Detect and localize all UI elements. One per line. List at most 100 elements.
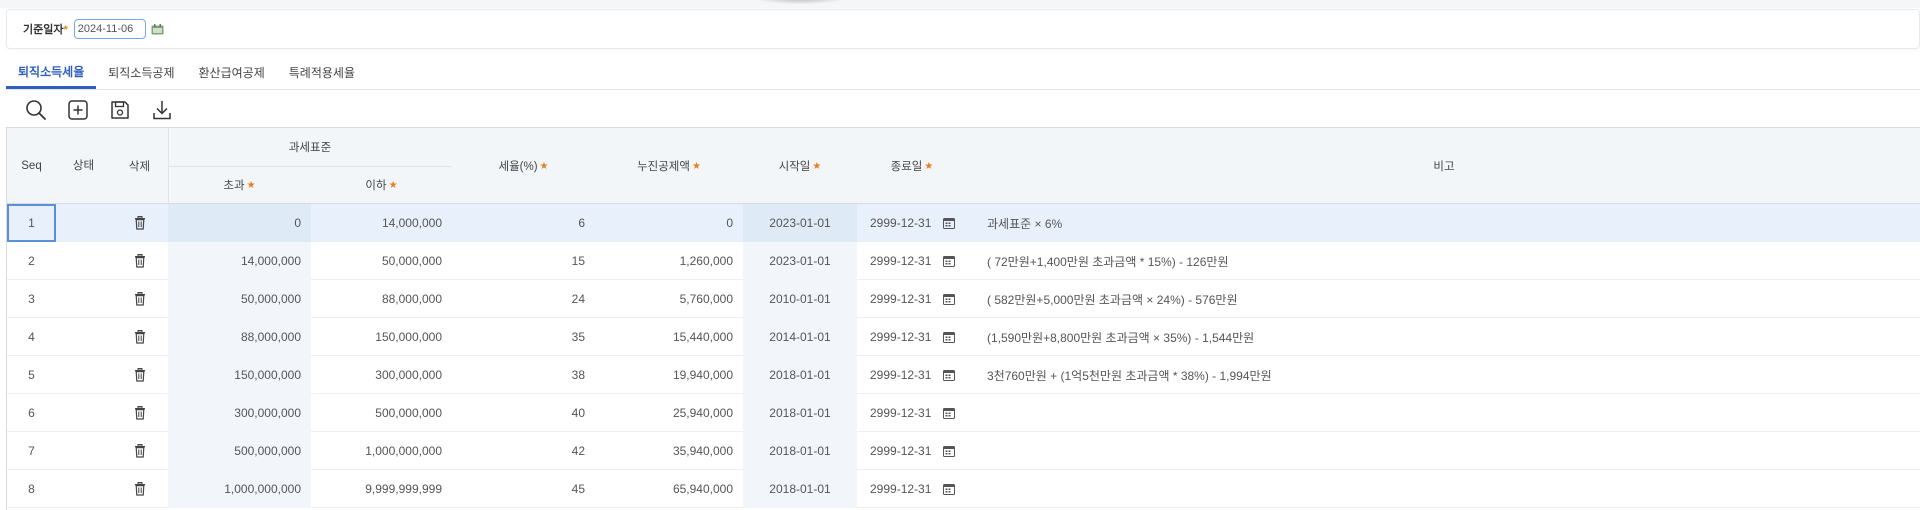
save-icon[interactable]	[108, 98, 132, 122]
cell-start-date[interactable]: 2014-01-01	[743, 318, 857, 356]
cell-under[interactable]: 150,000,000	[311, 318, 452, 356]
trash-icon[interactable]	[133, 330, 146, 344]
cell-rate[interactable]: 38	[452, 356, 595, 394]
table-row[interactable]: 1 0 14,000,000 6 0 2023-01-01 2999-12-31…	[7, 204, 1920, 242]
tab-retirement-income-deduction[interactable]: 퇴직소득공제	[96, 55, 186, 89]
table-row[interactable]: 2 14,000,000 50,000,000 15 1,260,000 202…	[7, 242, 1920, 280]
cell-seq[interactable]: 8	[7, 470, 56, 508]
cell-deduction[interactable]: 15,440,000	[595, 318, 743, 356]
cell-deduction[interactable]: 5,760,000	[595, 280, 743, 318]
cell-delete[interactable]	[111, 356, 168, 394]
cell-rate[interactable]: 40	[452, 394, 595, 432]
cell-end-date[interactable]: 2999-12-31	[857, 432, 967, 470]
cell-deduction[interactable]: 65,940,000	[595, 470, 743, 508]
trash-icon[interactable]	[133, 292, 146, 306]
cell-delete[interactable]	[111, 394, 168, 432]
cell-seq[interactable]: 5	[7, 356, 56, 394]
cell-deduction[interactable]: 1,260,000	[595, 242, 743, 280]
cell-start-date[interactable]: 2023-01-01	[743, 242, 857, 280]
cell-start-date[interactable]: 2023-01-01	[743, 204, 857, 242]
cell-end-date[interactable]: 2999-12-31	[857, 356, 967, 394]
table-row[interactable]: 3 50,000,000 88,000,000 24 5,760,000 201…	[7, 280, 1920, 318]
cell-under[interactable]: 14,000,000	[311, 204, 452, 242]
cell-under[interactable]: 50,000,000	[311, 242, 452, 280]
cell-rate[interactable]: 15	[452, 242, 595, 280]
table-row[interactable]: 8 1,000,000,000 9,999,999,999 45 65,940,…	[7, 470, 1920, 508]
cell-under[interactable]: 1,000,000,000	[311, 432, 452, 470]
trash-icon[interactable]	[133, 254, 146, 268]
cell-delete[interactable]	[111, 204, 168, 242]
calendar-icon[interactable]	[943, 293, 956, 305]
cell-delete[interactable]	[111, 470, 168, 508]
cell-delete[interactable]	[111, 318, 168, 356]
cell-note[interactable]: 3천760만원 + (1억5천만원 초과금액 * 38%) - 1,994만원	[987, 356, 1917, 394]
cell-end-date[interactable]: 2999-12-31	[857, 204, 967, 242]
cell-deduction[interactable]: 19,940,000	[595, 356, 743, 394]
calendar-icon[interactable]	[943, 255, 956, 267]
download-icon[interactable]	[150, 98, 174, 122]
cell-under[interactable]: 88,000,000	[311, 280, 452, 318]
calendar-icon[interactable]	[943, 331, 956, 343]
trash-icon[interactable]	[133, 216, 146, 230]
trash-icon[interactable]	[133, 444, 146, 458]
cell-over[interactable]: 88,000,000	[168, 318, 311, 356]
calendar-icon[interactable]	[943, 369, 956, 381]
cell-under[interactable]: 500,000,000	[311, 394, 452, 432]
cell-delete[interactable]	[111, 242, 168, 280]
cell-over[interactable]: 50,000,000	[168, 280, 311, 318]
trash-icon[interactable]	[133, 406, 146, 420]
cell-rate[interactable]: 35	[452, 318, 595, 356]
cell-rate[interactable]: 24	[452, 280, 595, 318]
cell-deduction[interactable]: 0	[595, 204, 743, 242]
cell-note[interactable]: 과세표준 × 6%	[987, 204, 1917, 242]
add-icon[interactable]	[66, 98, 90, 122]
cell-under[interactable]: 9,999,999,999	[311, 470, 452, 508]
cell-over[interactable]: 150,000,000	[168, 356, 311, 394]
tab-retirement-income-tax-rate[interactable]: 퇴직소득세율	[6, 55, 97, 89]
cell-rate[interactable]: 45	[452, 470, 595, 508]
cell-delete[interactable]	[111, 432, 168, 470]
cell-end-date[interactable]: 2999-12-31	[857, 242, 967, 280]
cell-over[interactable]: 14,000,000	[168, 242, 311, 280]
trash-icon[interactable]	[133, 482, 146, 496]
cell-under[interactable]: 300,000,000	[311, 356, 452, 394]
cell-start-date[interactable]: 2018-01-01	[743, 394, 857, 432]
cell-end-date[interactable]: 2999-12-31	[857, 280, 967, 318]
calendar-icon[interactable]	[943, 217, 956, 229]
cell-note[interactable]	[987, 432, 1917, 470]
cell-delete[interactable]	[111, 280, 168, 318]
search-icon[interactable]	[24, 98, 48, 122]
table-row[interactable]: 4 88,000,000 150,000,000 35 15,440,000 2…	[7, 318, 1920, 356]
table-row[interactable]: 5 150,000,000 300,000,000 38 19,940,000 …	[7, 356, 1920, 394]
trash-icon[interactable]	[133, 368, 146, 382]
cell-note[interactable]: ( 582만원+5,000만원 초과금액 × 24%) - 576만원	[987, 280, 1917, 318]
cell-seq[interactable]: 6	[7, 394, 56, 432]
calendar-icon[interactable]	[943, 483, 956, 495]
cell-deduction[interactable]: 35,940,000	[595, 432, 743, 470]
cell-over[interactable]: 500,000,000	[168, 432, 311, 470]
calendar-icon[interactable]	[151, 23, 165, 35]
cell-over[interactable]: 1,000,000,000	[168, 470, 311, 508]
cell-end-date[interactable]: 2999-12-31	[857, 470, 967, 508]
calendar-icon[interactable]	[943, 445, 956, 457]
cell-seq[interactable]: 2	[7, 242, 56, 280]
table-row[interactable]: 7 500,000,000 1,000,000,000 42 35,940,00…	[7, 432, 1920, 470]
cell-seq[interactable]: 3	[7, 280, 56, 318]
calendar-icon[interactable]	[943, 407, 956, 419]
cell-over[interactable]: 0	[168, 204, 311, 242]
cell-seq[interactable]: 4	[7, 318, 56, 356]
tab-special-tax-rate[interactable]: 특례적용세율	[277, 55, 367, 89]
reference-date-input[interactable]: 2024-11-06	[73, 19, 146, 39]
cell-note[interactable]: ( 72만원+1,400만원 초과금액 * 15%) - 126만원	[987, 242, 1917, 280]
tab-converted-salary-deduction[interactable]: 환산급여공제	[187, 55, 277, 89]
cell-note[interactable]	[987, 394, 1917, 432]
cell-seq[interactable]: 7	[7, 432, 56, 470]
cell-deduction[interactable]: 25,940,000	[595, 394, 743, 432]
cell-start-date[interactable]: 2018-01-01	[743, 470, 857, 508]
cell-start-date[interactable]: 2018-01-01	[743, 356, 857, 394]
cell-over[interactable]: 300,000,000	[168, 394, 311, 432]
cell-end-date[interactable]: 2999-12-31	[857, 394, 967, 432]
cell-rate[interactable]: 6	[452, 204, 595, 242]
cell-note[interactable]	[987, 470, 1917, 508]
cell-end-date[interactable]: 2999-12-31	[857, 318, 967, 356]
